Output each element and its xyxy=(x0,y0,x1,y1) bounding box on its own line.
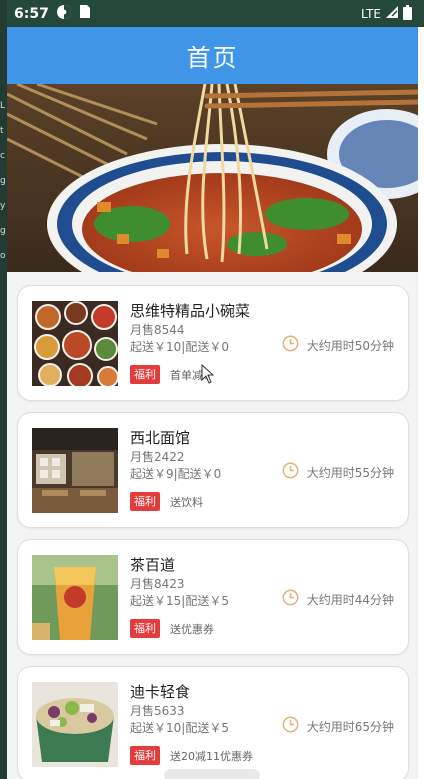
sim-card-icon xyxy=(79,4,91,23)
promo-row: 福利 送20减11优惠券 xyxy=(130,746,280,765)
restaurant-thumbnail xyxy=(32,555,118,640)
restaurant-thumbnail xyxy=(32,428,118,513)
delivery-eta: 大约用时65分钟 xyxy=(282,716,394,737)
promo-text: 送饮料 xyxy=(170,495,203,509)
delivery-eta: 大约用时55分钟 xyxy=(282,462,394,483)
restaurant-name: 西北面馆 xyxy=(130,429,191,447)
dishes-spread-photo xyxy=(32,301,118,386)
clock-icon xyxy=(282,335,299,356)
delivery-eta: 大约用时50分钟 xyxy=(282,335,394,356)
fruit-tea-cup-photo xyxy=(32,555,118,640)
page-title: 首页 xyxy=(186,44,239,72)
clock-icon xyxy=(282,462,299,483)
restaurant-info: 茶百道 月售8423 起送￥15|配送￥5 福利 送优惠券 xyxy=(130,554,280,638)
restaurant-name: 思维特精品小碗菜 xyxy=(130,302,251,320)
restaurant-name: 茶百道 xyxy=(130,556,176,574)
restaurant-thumbnail xyxy=(32,682,118,767)
vpn-key-icon xyxy=(56,4,72,24)
restaurant-info: 迪卡轻食 月售5633 起送￥10|配送￥5 福利 送20减11优惠券 xyxy=(130,681,280,765)
restaurant-card[interactable]: 西北面馆 月售2422 起送￥9|配送￥0 福利 送饮料 大约用时55分钟 xyxy=(17,412,409,528)
delivery-fees: 起送￥9|配送￥0 xyxy=(130,467,222,481)
mouse-pointer-icon xyxy=(201,363,215,388)
restaurant-thumbnail xyxy=(32,301,118,386)
restaurant-info: 西北面馆 月售2422 起送￥9|配送￥0 福利 送饮料 xyxy=(130,427,280,511)
restaurant-card[interactable]: 迪卡轻食 月售5633 起送￥10|配送￥5 福利 送20减11优惠券 大约用时… xyxy=(17,666,409,779)
monthly-sales: 月售2422 xyxy=(130,450,185,464)
welfare-badge: 福利 xyxy=(130,492,160,511)
status-right-group: LTE xyxy=(361,4,412,23)
promo-row: 福利 送饮料 xyxy=(130,492,280,511)
delivery-eta: 大约用时44分钟 xyxy=(282,589,394,610)
status-bar: 6:57 LTE xyxy=(0,0,424,27)
restaurant-interior-photo xyxy=(32,428,118,513)
salad-bowl-photo xyxy=(32,682,118,767)
restaurant-card[interactable]: 茶百道 月售8423 起送￥15|配送￥5 福利 送优惠券 大约用时44分钟 xyxy=(17,539,409,655)
restaurant-list: 思维特精品小碗菜 月售8544 起送￥10|配送￥0 福利 首单减6 大约用时5… xyxy=(7,272,418,779)
eta-text: 大约用时50分钟 xyxy=(306,339,394,353)
monthly-sales: 月售8544 xyxy=(130,323,185,337)
restaurant-name: 迪卡轻食 xyxy=(130,683,191,701)
network-type: LTE xyxy=(361,6,381,21)
monthly-sales: 月售8423 xyxy=(130,577,185,591)
promo-text: 送优惠券 xyxy=(170,622,214,636)
signal-icon xyxy=(385,5,399,22)
promo-text: 送20减11优惠券 xyxy=(170,749,253,763)
delivery-fees: 起送￥10|配送￥0 xyxy=(130,340,229,354)
eta-text: 大约用时65分钟 xyxy=(306,720,394,734)
noodle-bowl-banner-image xyxy=(7,84,418,272)
monthly-sales: 月售5633 xyxy=(130,704,185,718)
promo-row: 福利 送优惠券 xyxy=(130,619,280,638)
hero-banner[interactable] xyxy=(7,84,418,272)
status-time: 6:57 xyxy=(14,5,49,22)
phone-screen: L t c g y g o 6:57 LTE 首页 思维特精品小碗菜 月售854… xyxy=(0,0,424,779)
battery-icon xyxy=(403,4,412,23)
clock-icon xyxy=(282,589,299,610)
eta-text: 大约用时44分钟 xyxy=(306,593,394,607)
bottom-handle xyxy=(164,769,260,779)
welfare-badge: 福利 xyxy=(130,619,160,638)
app-bar: 首页 xyxy=(7,27,418,84)
delivery-fees: 起送￥10|配送￥5 xyxy=(130,721,229,735)
welfare-badge: 福利 xyxy=(130,746,160,765)
welfare-badge: 福利 xyxy=(130,365,160,384)
clock-icon xyxy=(282,716,299,737)
delivery-fees: 起送￥15|配送￥5 xyxy=(130,594,229,608)
eta-text: 大约用时55分钟 xyxy=(306,466,394,480)
left-edge-strip: L t c g y g o xyxy=(0,0,7,779)
